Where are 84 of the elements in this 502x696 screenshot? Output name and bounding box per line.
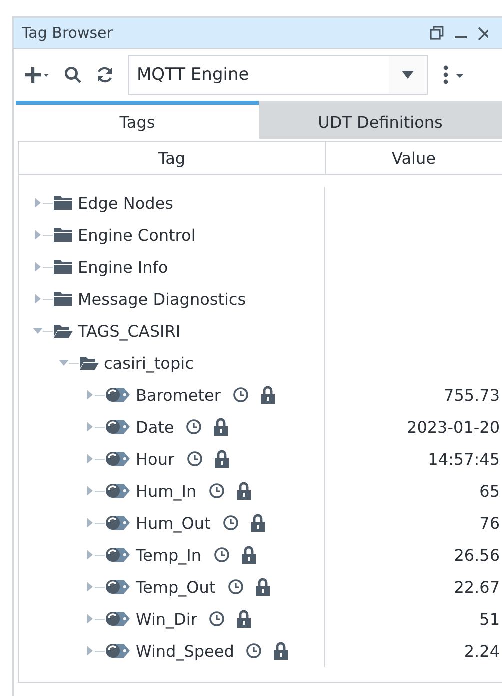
- clock-icon: [186, 451, 203, 467]
- value-text: 755.73: [444, 386, 500, 404]
- lock-icon: [214, 418, 228, 436]
- lock-icon: [242, 546, 256, 564]
- clock-icon: [246, 643, 262, 659]
- tag-icon: [105, 418, 131, 436]
- column-header[interactable]: Value: [326, 142, 502, 174]
- tag-icon: [105, 386, 131, 404]
- expand-arrow-icon[interactable]: [33, 230, 43, 240]
- value-text: 2.24: [464, 642, 500, 660]
- value-text: 2023-01-20: [407, 418, 500, 436]
- collapse-arrow-icon[interactable]: [33, 326, 43, 336]
- clock-icon: [222, 515, 239, 531]
- expand-arrow-icon[interactable]: [85, 486, 95, 496]
- refresh-icon[interactable]: [96, 66, 114, 84]
- open-folder-icon: [53, 323, 73, 339]
- clock-icon: [232, 387, 249, 403]
- tree-item-label[interactable]: Temp_Out: [136, 578, 216, 596]
- tree-item-label[interactable]: Message Diagnostics: [78, 290, 246, 308]
- search-icon[interactable]: [64, 66, 82, 84]
- dropdown-arrow-icon: [402, 71, 414, 79]
- lock-icon: [256, 578, 270, 596]
- tag-icon: [105, 482, 131, 500]
- expand-arrow-icon[interactable]: [85, 422, 95, 432]
- open-folder-icon: [79, 355, 99, 371]
- clock-icon: [228, 579, 244, 595]
- add-icon[interactable]: [24, 66, 50, 84]
- tree-item-label[interactable]: Hum_Out: [136, 514, 211, 532]
- tag-icon: [105, 514, 131, 532]
- clock-icon: [214, 547, 230, 563]
- tag-icon: [105, 450, 131, 468]
- tree-item-label[interactable]: Wind_Speed: [136, 642, 234, 660]
- expand-arrow-icon[interactable]: [85, 646, 95, 656]
- tag-icon: [105, 578, 131, 596]
- provider-dropdown[interactable]: MQTT Engine: [128, 55, 428, 95]
- expand-arrow-icon[interactable]: [85, 550, 95, 560]
- lock-icon: [250, 514, 265, 532]
- clock-icon: [186, 419, 202, 435]
- window-title: Tag Browser: [22, 24, 114, 42]
- expand-arrow-icon[interactable]: [85, 614, 95, 624]
- clock-icon: [209, 611, 226, 627]
- value-text: 51: [480, 610, 500, 628]
- value-text: 14:57:45: [428, 450, 500, 468]
- tree-item-label[interactable]: Barometer: [136, 386, 221, 404]
- tree-item-label[interactable]: Engine Control: [78, 226, 196, 244]
- lock-icon: [260, 386, 275, 404]
- column-header[interactable]: Tag: [19, 142, 326, 174]
- tree-item-label[interactable]: TAGS_CASIRI: [78, 322, 181, 340]
- tree-item-label[interactable]: Win_Dir: [136, 610, 198, 628]
- close-icon[interactable]: [478, 26, 488, 40]
- folder-icon: [53, 259, 73, 275]
- value-text: 65: [480, 482, 500, 500]
- expand-arrow-icon[interactable]: [33, 262, 43, 272]
- lock-icon: [214, 450, 229, 468]
- expand-arrow-icon[interactable]: [85, 390, 95, 400]
- more-options-icon[interactable]: [442, 65, 464, 85]
- tree-item-label[interactable]: casiri_topic: [104, 354, 194, 372]
- expand-arrow-icon[interactable]: [85, 518, 95, 528]
- tag-icon: [105, 610, 131, 628]
- tab[interactable]: UDT Definitions: [259, 101, 502, 139]
- tree-item-label[interactable]: Date: [136, 418, 174, 436]
- value-text: 76: [480, 514, 500, 532]
- expand-arrow-icon[interactable]: [85, 582, 95, 592]
- folder-icon: [53, 195, 73, 211]
- lock-icon: [274, 642, 288, 660]
- value-text: 26.56: [454, 546, 500, 564]
- collapse-arrow-icon[interactable]: [59, 358, 69, 368]
- tag-icon: [105, 642, 131, 660]
- expand-arrow-icon[interactable]: [85, 454, 95, 464]
- tag-icon: [105, 546, 131, 564]
- lock-icon: [237, 610, 252, 628]
- clock-icon: [208, 483, 225, 499]
- lock-icon: [236, 482, 251, 500]
- tree-item-label[interactable]: Temp_In: [136, 546, 202, 564]
- folder-icon: [53, 291, 73, 307]
- tree-item-label[interactable]: Engine Info: [78, 258, 168, 276]
- tree-item-label[interactable]: Edge Nodes: [78, 194, 174, 212]
- expand-arrow-icon[interactable]: [33, 294, 43, 304]
- value-text: 22.67: [454, 578, 500, 596]
- tree-item-label[interactable]: Hum_In: [136, 482, 197, 500]
- tree-item-label[interactable]: Hour: [136, 450, 175, 468]
- folder-icon: [53, 227, 73, 243]
- restore-icon[interactable]: [430, 26, 444, 40]
- expand-arrow-icon[interactable]: [33, 198, 43, 208]
